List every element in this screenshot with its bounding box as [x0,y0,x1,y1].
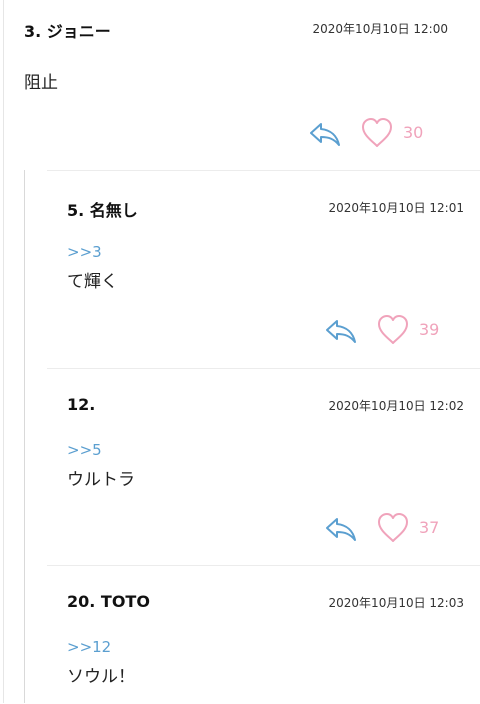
comment-date: 2020年10月10日 12:00 [312,22,448,36]
reply-post: 5. 名無し 2020年10月10日 12:01 >>3 て輝く 39 [47,170,480,369]
reply-author: 20. TOTO [67,592,150,611]
reply-actions: 37 [324,511,464,545]
like-count: 39 [419,320,440,339]
thread-edge-line [3,0,4,703]
heart-icon[interactable] [376,313,410,347]
reply-body: て輝く [67,272,118,292]
reply-anchor-link[interactable]: >>5 [67,441,102,459]
heart-icon[interactable] [360,116,394,150]
like-count: 30 [403,123,424,142]
reply-author: 5. 名無し [67,201,138,220]
reply-anchor-link[interactable]: >>3 [67,243,102,261]
comment-body: 阻止 [24,73,58,93]
reply-thread-line [24,170,25,703]
reply-date: 2020年10月10日 12:03 [328,596,464,610]
reply-post: 20. TOTO 2020年10月10日 12:03 >>12 ソウル！ [47,565,480,704]
reply-actions: 39 [324,313,464,347]
comment-header: 3. ジョニー 2020年10月10日 12:00 [24,18,464,46]
reply-date: 2020年10月10日 12:01 [328,201,464,215]
heart-icon[interactable] [376,511,410,545]
reply-body: ウルトラ [67,470,135,490]
reply-arrow-icon[interactable] [324,315,358,345]
reply-date: 2020年10月10日 12:02 [328,399,464,413]
reply-body: ソウル！ [67,667,135,687]
reply-author: 12. [67,395,96,414]
comment-actions: 30 [308,116,448,150]
reply-arrow-icon[interactable] [324,513,358,543]
like-count: 37 [419,518,440,537]
reply-anchor-link[interactable]: >>12 [67,638,111,656]
comment-post: 3. ジョニー 2020年10月10日 12:00 阻止 30 [24,18,464,168]
comment-author: 3. ジョニー [24,22,111,41]
reply-post: 12. 2020年10月10日 12:02 >>5 ウルトラ 37 [47,368,480,566]
reply-arrow-icon[interactable] [308,118,342,148]
